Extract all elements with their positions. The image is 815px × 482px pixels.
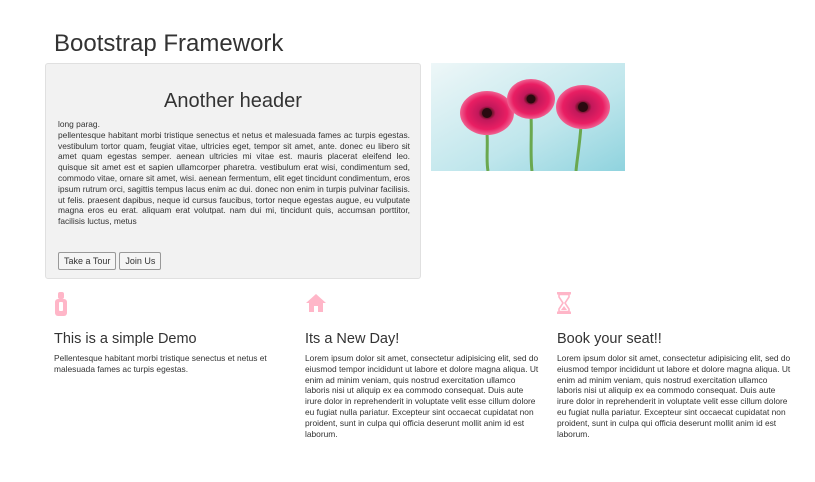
join-us-button[interactable]: Join Us [119,252,162,270]
jumbotron-text: long parag. pellentesque habitant morbi … [58,119,410,227]
jumbotron: Another header long parag. pellentesque … [45,63,421,279]
feature-title: This is a simple Demo [54,331,197,347]
jumbotron-header: Another header [164,90,302,112]
jumbotron-buttons: Take a Tour Join Us [58,252,162,270]
thermometer-icon [54,292,290,318]
feature-text: Lorem ipsum dolor sit amet, consectetur … [557,353,791,439]
hourglass-icon [557,292,793,318]
feature-new-day: Its a New Day! Lorem ipsum dolor sit ame… [305,292,541,439]
feature-demo: This is a simple Demo Pellentesque habit… [54,292,290,375]
take-a-tour-button[interactable]: Take a Tour [58,252,117,270]
jumbotron-lead: long parag. [58,119,100,129]
feature-book-seat: Book your seat!! Lorem ipsum dolor sit a… [557,292,793,439]
feature-title: Its a New Day! [305,331,400,347]
jumbotron-body: pellentesque habitant morbi tristique se… [58,129,410,227]
feature-title: Book your seat!! [557,331,662,347]
feature-text: Pellentesque habitant morbi tristique se… [54,353,267,374]
feature-text: Lorem ipsum dolor sit amet, consectetur … [305,353,539,439]
flowers-image [431,63,625,171]
home-icon [305,292,541,318]
page-title: Bootstrap Framework [54,30,284,57]
